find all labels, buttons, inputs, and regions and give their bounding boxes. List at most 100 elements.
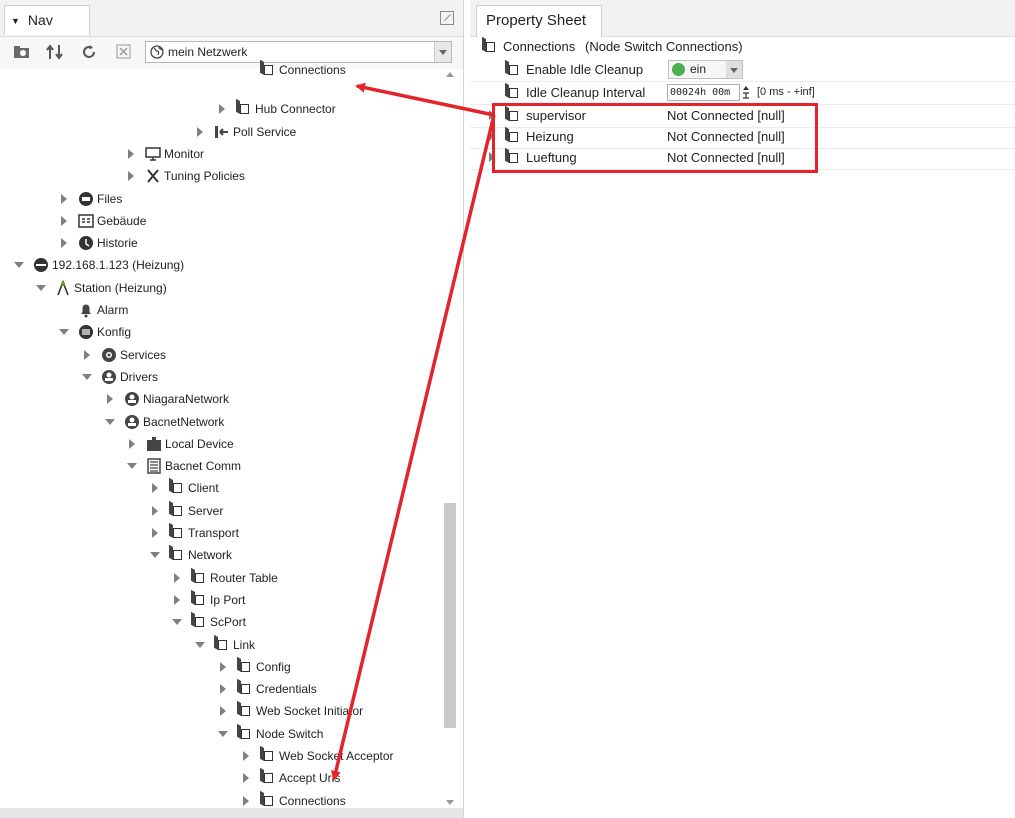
chevron-right-icon[interactable] <box>217 701 229 721</box>
tree-item[interactable]: Gebäude <box>0 211 440 231</box>
tuning-icon <box>145 168 161 184</box>
idle-cleanup-interval-field[interactable]: 00024h 00m <box>667 84 740 101</box>
chevron-right-icon[interactable] <box>126 434 138 454</box>
chevron-down-icon[interactable] <box>126 456 138 476</box>
tree-item-label: Local Device <box>165 437 234 451</box>
chevron-right-icon[interactable] <box>125 166 137 186</box>
tree-item[interactable]: Web Socket Acceptor <box>0 745 440 766</box>
component-icon <box>169 522 185 541</box>
chevron-down-icon[interactable] <box>434 42 451 62</box>
chevron-down-icon[interactable] <box>35 278 47 298</box>
tree-item[interactable]: Local Device <box>0 434 440 454</box>
maximize-icon[interactable] <box>440 11 454 25</box>
tree-item[interactable]: NiagaraNetwork <box>0 389 440 409</box>
spinner-icon[interactable] <box>741 85 751 100</box>
chevron-right-icon[interactable] <box>149 523 161 543</box>
chevron-right-icon[interactable] <box>149 501 161 521</box>
tree-item[interactable]: Alarm <box>0 300 440 320</box>
tree-item[interactable]: Drivers <box>0 367 440 387</box>
scrollbar-thumb[interactable] <box>444 503 456 728</box>
chevron-right-icon[interactable] <box>217 679 229 699</box>
tree-item[interactable]: Hub Connector <box>0 98 440 119</box>
tree-item-label: Poll Service <box>233 125 297 139</box>
tree-item[interactable]: Ip Port <box>0 589 440 610</box>
scroll-up-icon[interactable] <box>446 72 454 78</box>
chevron-down-icon[interactable] <box>171 612 183 632</box>
tree-item-label: Network <box>188 548 233 562</box>
tree-item[interactable]: Transport <box>0 522 440 543</box>
chevron-right-icon[interactable] <box>104 389 116 409</box>
chevron-down-icon[interactable]: ▼ <box>11 16 20 26</box>
chevron-down-icon[interactable] <box>194 635 206 655</box>
nav-tab[interactable]: ▼ Nav <box>4 5 90 35</box>
enable-idle-cleanup-select[interactable]: ein <box>668 60 743 79</box>
tree-item[interactable]: Router Table <box>0 567 440 588</box>
tree-item-label: Files <box>97 192 123 206</box>
chevron-right-icon[interactable] <box>171 568 183 588</box>
tree-item-label: Ip Port <box>210 593 246 607</box>
nav-title: Nav <box>27 12 53 28</box>
close-icon[interactable] <box>115 44 133 60</box>
tree-item[interactable]: Credentials <box>0 678 440 699</box>
component-icon <box>482 36 498 55</box>
tree-item[interactable]: Monitor <box>0 144 440 164</box>
tree-item[interactable]: Services <box>0 345 440 365</box>
tree-item[interactable]: Poll Service <box>0 122 440 142</box>
chevron-down-icon[interactable] <box>81 367 93 387</box>
chevron-right-icon[interactable] <box>216 99 228 119</box>
tree-item[interactable]: Connections <box>0 59 440 80</box>
tree-item[interactable]: Historie <box>0 233 440 253</box>
tree-item-label: Router Table <box>210 571 278 585</box>
tab-property-sheet[interactable]: Property Sheet <box>476 5 602 37</box>
chevron-down-icon[interactable] <box>104 412 116 432</box>
network-icon <box>124 414 140 430</box>
tree-item-label: Historie <box>97 236 138 250</box>
chevron-down-icon[interactable] <box>149 545 161 565</box>
sync-arrows-icon[interactable] <box>46 44 64 60</box>
chevron-right-icon[interactable] <box>194 122 206 142</box>
tree-item[interactable]: Tuning Policies <box>0 166 440 186</box>
chevron-down-icon[interactable] <box>217 724 229 744</box>
tree-item[interactable]: Bacnet Comm <box>0 456 440 476</box>
component-icon <box>236 98 252 117</box>
property-root-row[interactable]: Connections (Node Switch Connections) <box>470 36 1015 58</box>
tree-item[interactable]: Config <box>0 656 440 677</box>
tree-item-label: BacnetNetwork <box>143 415 225 429</box>
tree-item[interactable]: Network <box>0 544 440 565</box>
tree-item[interactable]: Accept Uris <box>0 767 440 788</box>
chevron-down-icon[interactable] <box>726 61 742 78</box>
chevron-right-icon[interactable] <box>240 768 252 788</box>
refresh-icon[interactable] <box>80 44 98 60</box>
tree-item-label: NiagaraNetwork <box>143 392 230 406</box>
chevron-right-icon[interactable] <box>149 478 161 498</box>
tree-item[interactable]: ScPort <box>0 611 440 632</box>
new-folder-icon[interactable] <box>13 44 31 60</box>
tree-item[interactable]: Konfig <box>0 322 440 342</box>
tree-item[interactable]: Server <box>0 500 440 521</box>
component-icon <box>237 656 253 675</box>
chevron-down-icon[interactable] <box>13 255 25 275</box>
tree-item[interactable]: 192.168.1.123 (Heizung) <box>0 255 440 275</box>
chevron-right-icon[interactable] <box>81 345 93 365</box>
tree-item[interactable]: Station (Heizung) <box>0 278 440 298</box>
chevron-right-icon[interactable] <box>58 233 70 253</box>
chevron-down-icon[interactable] <box>58 322 70 342</box>
property-root-type: (Node Switch Connections) <box>585 39 743 54</box>
chevron-right-icon[interactable] <box>125 144 137 164</box>
chevron-right-icon[interactable] <box>240 746 252 766</box>
database-icon <box>78 324 94 340</box>
tree-item[interactable]: BacnetNetwork <box>0 412 440 432</box>
tree-item[interactable]: Client <box>0 477 440 498</box>
chevron-right-icon[interactable] <box>171 590 183 610</box>
tree-item[interactable]: Node Switch <box>0 723 440 744</box>
scroll-down-icon[interactable] <box>446 800 454 806</box>
tree-item[interactable]: Link <box>0 634 440 655</box>
tree-item[interactable]: Files <box>0 189 440 209</box>
tree-item-label: Alarm <box>97 303 129 317</box>
tree-item-label: Bacnet Comm <box>165 459 242 473</box>
tree-item-label: 192.168.1.123 (Heizung) <box>52 258 185 272</box>
tree-item[interactable]: Web Socket Initiator <box>0 700 440 721</box>
chevron-right-icon[interactable] <box>58 189 70 209</box>
chevron-right-icon[interactable] <box>58 211 70 231</box>
chevron-right-icon[interactable] <box>217 657 229 677</box>
